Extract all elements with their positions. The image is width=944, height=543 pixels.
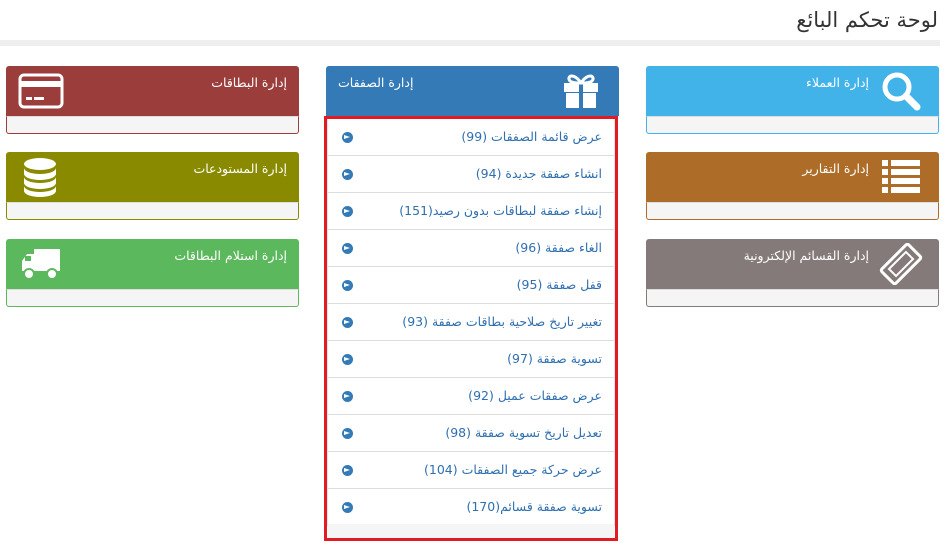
vouchers-management-label: إدارة القسائم الإلكترونية <box>743 248 869 263</box>
deals-menu-item[interactable]: قفل صفقة (95) <box>327 267 615 304</box>
deals-menu-item-label: تسوية صفقة قسائم(170) <box>466 499 602 514</box>
title-divider <box>0 40 940 46</box>
cards-management-footer <box>6 116 299 134</box>
cards-management-label: إدارة البطاقات <box>211 75 287 90</box>
cards-management-header[interactable]: إدارة البطاقات <box>6 66 299 116</box>
page-title: لوحة تحكم البائع <box>796 8 938 32</box>
arrow-circle-right-icon <box>342 132 353 143</box>
deals-menu-item[interactable]: إنشاء صفقة لبطاقات بدون رصيد(151) <box>327 193 615 230</box>
truck-icon <box>22 249 60 280</box>
warehouses-management-label: إدارة المستودعات <box>193 161 287 176</box>
deals-management-panel[interactable]: إدارة الصفقات <box>326 66 619 116</box>
warehouses-management-header[interactable]: إدارة المستودعات <box>6 152 299 202</box>
arrow-circle-right-icon <box>342 391 353 402</box>
deals-menu-item[interactable]: عرض حركة جميع الصفقات (104) <box>327 452 615 489</box>
search-icon <box>882 72 921 111</box>
customers-management-panel[interactable]: إدارة العملاء <box>646 66 939 134</box>
reports-management-header[interactable]: إدارة التقارير <box>646 152 939 202</box>
deals-menu-list: عرض قائمة الصفقات (99) انشاء صفقة جديدة … <box>327 119 615 526</box>
deals-menu-item-label: إنشاء صفقة لبطاقات بدون رصيد(151) <box>399 203 602 218</box>
cards-management-panel[interactable]: إدارة البطاقات <box>6 66 299 134</box>
deals-menu-item[interactable]: تغيير تاريخ صلاحية بطاقات صفقة (93) <box>327 304 615 341</box>
card-receipt-management-panel[interactable]: إدارة استلام البطاقات <box>6 239 299 307</box>
deals-menu-item[interactable]: الغاء صفقة (96) <box>327 230 615 267</box>
credit-card-icon <box>18 73 64 109</box>
deals-menu-item[interactable]: انشاء صفقة جديدة (94) <box>327 156 615 193</box>
reports-management-footer <box>646 202 939 220</box>
deals-menu-item-label: تغيير تاريخ صلاحية بطاقات صفقة (93) <box>402 314 602 329</box>
arrow-circle-right-icon <box>342 465 353 476</box>
arrow-circle-right-icon <box>342 169 353 180</box>
reports-management-panel[interactable]: إدارة التقارير <box>646 152 939 220</box>
customers-management-label: إدارة العملاء <box>806 75 869 90</box>
arrow-circle-right-icon <box>342 206 353 217</box>
deals-menu-item[interactable]: تعديل تاريخ تسوية صفقة (98) <box>327 415 615 452</box>
deals-menu-item-label: تسوية صفقة (97) <box>507 351 602 366</box>
deals-menu-footer <box>328 524 614 538</box>
deals-menu-item-label: عرض صفقات عميل (92) <box>468 388 602 403</box>
arrow-circle-right-icon <box>342 354 353 365</box>
deals-menu-item-label: عرض حركة جميع الصفقات (104) <box>424 462 602 477</box>
deals-menu-item-label: تعديل تاريخ تسوية صفقة (98) <box>445 425 602 440</box>
database-icon <box>24 158 56 197</box>
card-receipt-management-header[interactable]: إدارة استلام البطاقات <box>6 239 299 289</box>
deals-menu: عرض قائمة الصفقات (99) انشاء صفقة جديدة … <box>324 116 618 541</box>
arrow-circle-right-icon <box>342 502 353 513</box>
warehouses-management-footer <box>6 202 299 220</box>
deals-menu-item-label: عرض قائمة الصفقات (99) <box>461 129 602 144</box>
card-receipt-management-label: إدارة استلام البطاقات <box>174 248 287 263</box>
vouchers-management-panel[interactable]: إدارة القسائم الإلكترونية <box>646 239 939 307</box>
deals-menu-item-label: الغاء صفقة (96) <box>515 240 602 255</box>
arrow-circle-right-icon <box>342 317 353 328</box>
deals-management-header[interactable]: إدارة الصفقات <box>326 66 619 116</box>
vouchers-management-header[interactable]: إدارة القسائم الإلكترونية <box>646 239 939 289</box>
card-receipt-management-footer <box>6 289 299 307</box>
deals-menu-item[interactable]: عرض صفقات عميل (92) <box>327 378 615 415</box>
deals-menu-item[interactable]: تسوية صفقة قسائم(170) <box>327 489 615 526</box>
warehouses-management-panel[interactable]: إدارة المستودعات <box>6 152 299 220</box>
reports-management-label: إدارة التقارير <box>802 161 869 176</box>
customers-management-footer <box>646 116 939 134</box>
arrow-circle-right-icon <box>342 243 353 254</box>
deals-menu-item-label: انشاء صفقة جديدة (94) <box>475 166 602 181</box>
vouchers-management-footer <box>646 289 939 307</box>
deals-menu-item[interactable]: عرض قائمة الصفقات (99) <box>327 119 615 156</box>
customers-management-header[interactable]: إدارة العملاء <box>646 66 939 116</box>
deals-menu-item-label: قفل صفقة (95) <box>516 277 602 292</box>
deals-menu-item[interactable]: تسوية صفقة (97) <box>327 341 615 378</box>
list-icon <box>882 160 920 193</box>
deals-management-label: إدارة الصفقات <box>338 75 414 90</box>
ticket-icon <box>879 243 923 285</box>
arrow-circle-right-icon <box>342 428 353 439</box>
arrow-circle-right-icon <box>342 280 353 291</box>
